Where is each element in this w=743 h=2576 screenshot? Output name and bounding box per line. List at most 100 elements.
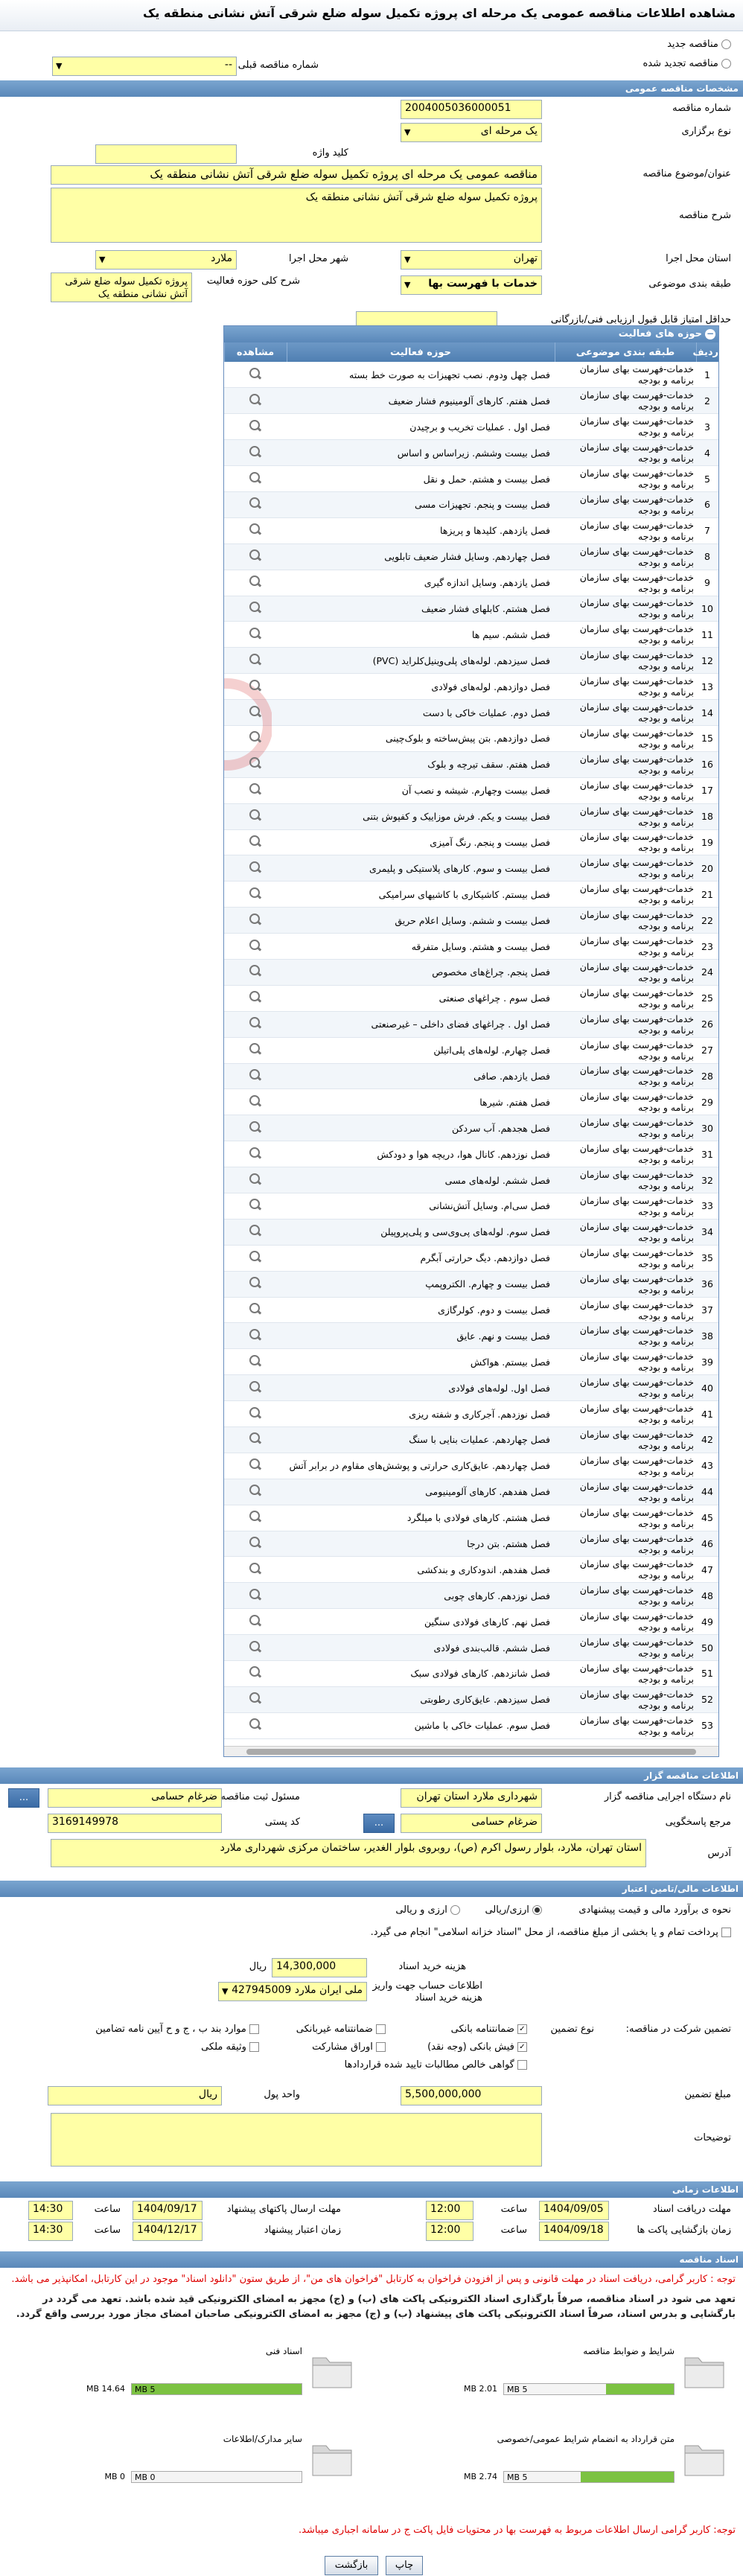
magnifier-icon[interactable] [249, 1120, 262, 1134]
magnifier-icon[interactable] [249, 445, 262, 459]
magnifier-icon[interactable] [249, 756, 262, 770]
holding-type-select[interactable]: یک مرحله ای ▼ [401, 123, 542, 142]
magnifier-icon[interactable] [249, 705, 262, 718]
radio-renewed[interactable] [721, 59, 731, 68]
col-row[interactable]: ردیف [692, 342, 718, 362]
collapse-icon[interactable]: − [705, 329, 715, 339]
magnifier-icon[interactable] [249, 1094, 262, 1108]
magnifier-icon[interactable] [249, 1510, 262, 1523]
magnifier-icon[interactable] [249, 990, 262, 1004]
magnifier-icon[interactable] [249, 575, 262, 588]
document-file-box[interactable]: سایر مدارک/اطلاعات 0 MB 0 MB [104, 2423, 356, 2505]
radio-rial-only[interactable] [450, 1905, 460, 1915]
row-view-cell [224, 881, 287, 908]
col-field[interactable]: حوزه فعالیت [286, 342, 555, 362]
chk-bank-guarantee[interactable]: ✓ [517, 2024, 527, 2034]
col-view[interactable]: مشاهده [224, 342, 287, 362]
magnifier-icon[interactable] [249, 393, 262, 407]
magnifier-icon[interactable] [249, 1380, 262, 1394]
magnifier-icon[interactable] [249, 1068, 262, 1082]
city-select[interactable]: ملارد ▼ [95, 250, 237, 270]
magnifier-icon[interactable] [249, 1562, 262, 1575]
magnifier-icon[interactable] [249, 1042, 262, 1056]
magnifier-icon[interactable] [249, 1718, 262, 1731]
row-view-cell [224, 1582, 287, 1610]
file-name: متن قرارداد به انضمام شرایط عمومی/خصوصی [497, 2434, 675, 2444]
chk-bonds[interactable] [376, 2042, 386, 2052]
magnifier-icon[interactable] [249, 1484, 262, 1497]
magnifier-icon[interactable] [249, 549, 262, 562]
reference-row: مرجع پاسخگویی ضرغام حسامی ... کد پستی 31… [0, 1811, 743, 1836]
method-option-1: ارزی/ریالی [485, 1904, 529, 1916]
chk-cash-deposit[interactable]: ✓ [517, 2042, 527, 2052]
row-category: خدمات-فهرست بهای سازمان برنامه و بودجه [555, 1271, 696, 1298]
row-number: 29 [696, 1088, 718, 1116]
responsible-dots-button[interactable]: ... [8, 1788, 39, 1808]
magnifier-icon[interactable] [249, 1432, 262, 1445]
magnifier-icon[interactable] [249, 1665, 262, 1679]
magnifier-icon[interactable] [249, 913, 262, 926]
magnifier-icon[interactable] [249, 1224, 262, 1237]
account-select[interactable]: ملی ایران ملارد 427945009 ▼ [218, 1982, 367, 2001]
magnifier-icon[interactable] [249, 653, 262, 666]
islamic-treasury-checkbox[interactable] [721, 1928, 731, 1937]
magnifier-icon[interactable] [249, 471, 262, 485]
back-button[interactable]: بازگشت [325, 2556, 378, 2575]
chk-net-claims[interactable] [517, 2060, 527, 2070]
magnifier-icon[interactable] [249, 523, 262, 536]
table-row: 17 خدمات-فهرست بهای سازمان برنامه و بودجه… [224, 777, 718, 804]
row-activity-field: فصل هشتم. کابلهای فشار ضعیف [287, 596, 555, 622]
horizontal-scrollbar[interactable] [224, 1746, 718, 1756]
province-select[interactable]: تهران ▼ [401, 250, 542, 270]
row-category: خدمات-فهرست بهای سازمان برنامه و بودجه [555, 413, 696, 441]
magnifier-icon[interactable] [249, 1640, 262, 1654]
radio-new[interactable] [721, 39, 731, 49]
row-activity-field: فصل دوم. عملیات خاکی با دست [287, 699, 555, 726]
category-select[interactable]: خدمات با فهرست بها ▼ [401, 275, 542, 295]
previous-tender-select[interactable]: -- ▼ [52, 57, 237, 76]
magnifier-icon[interactable] [249, 939, 262, 952]
magnifier-icon[interactable] [249, 1147, 262, 1160]
magnifier-icon[interactable] [249, 964, 262, 978]
chk-property[interactable] [249, 2042, 259, 2052]
magnifier-icon[interactable] [249, 1250, 262, 1263]
row-category: خدمات-فهرست بهای سازمان برنامه و بودجه [555, 1348, 696, 1376]
magnifier-icon[interactable] [249, 679, 262, 692]
magnifier-icon[interactable] [249, 1588, 262, 1601]
magnifier-icon[interactable] [249, 627, 262, 640]
document-file-box[interactable]: متن قرارداد به انضمام شرایط عمومی/خصوصی 5… [464, 2423, 728, 2505]
magnifier-icon[interactable] [249, 1406, 262, 1420]
magnifier-icon[interactable] [249, 497, 262, 510]
magnifier-icon[interactable] [249, 419, 262, 433]
magnifier-icon[interactable] [249, 782, 262, 796]
magnifier-icon[interactable] [249, 1354, 262, 1368]
magnifier-icon[interactable] [249, 1016, 262, 1030]
magnifier-icon[interactable] [249, 1276, 262, 1289]
magnifier-icon[interactable] [249, 887, 262, 900]
magnifier-icon[interactable] [249, 1692, 262, 1705]
magnifier-icon[interactable] [249, 1536, 262, 1549]
magnifier-icon[interactable] [249, 861, 262, 874]
magnifier-icon[interactable] [249, 1198, 262, 1211]
document-file-box[interactable]: شرایط و ضوابط مناقصه 5 MB 2.01 MB [464, 2336, 728, 2417]
scope-field: پروژه تکمیل سوله ضلع شرقی آتش نشانی منطق… [51, 272, 192, 302]
radio-currency-rial[interactable] [532, 1905, 542, 1915]
magnifier-icon[interactable] [249, 1458, 262, 1471]
magnifier-icon[interactable] [249, 367, 262, 380]
chk-nonbank-guarantee[interactable] [376, 2024, 386, 2034]
magnifier-icon[interactable] [249, 601, 262, 614]
print-button[interactable]: چاپ [386, 2556, 423, 2575]
magnifier-icon[interactable] [249, 1614, 262, 1627]
magnifier-icon[interactable] [249, 730, 262, 744]
magnifier-icon[interactable] [249, 809, 262, 822]
document-file-box[interactable]: اسناد فنی 5 MB 14.64 MB [86, 2336, 356, 2417]
row-category: خدمات-فهرست بهای سازمان برنامه و بودجه [555, 1167, 696, 1193]
magnifier-icon[interactable] [249, 1173, 262, 1186]
col-type[interactable]: طبقه بندی موضوعی [554, 342, 696, 362]
magnifier-icon[interactable] [249, 1302, 262, 1316]
magnifier-icon[interactable] [249, 1328, 262, 1342]
magnifier-icon[interactable] [249, 835, 262, 848]
chk-regulation-items[interactable] [249, 2024, 259, 2034]
reference-dots-button[interactable]: ... [363, 1814, 395, 1833]
row-category: خدمات-فهرست بهای سازمان برنامه و بودجه [555, 1660, 696, 1687]
